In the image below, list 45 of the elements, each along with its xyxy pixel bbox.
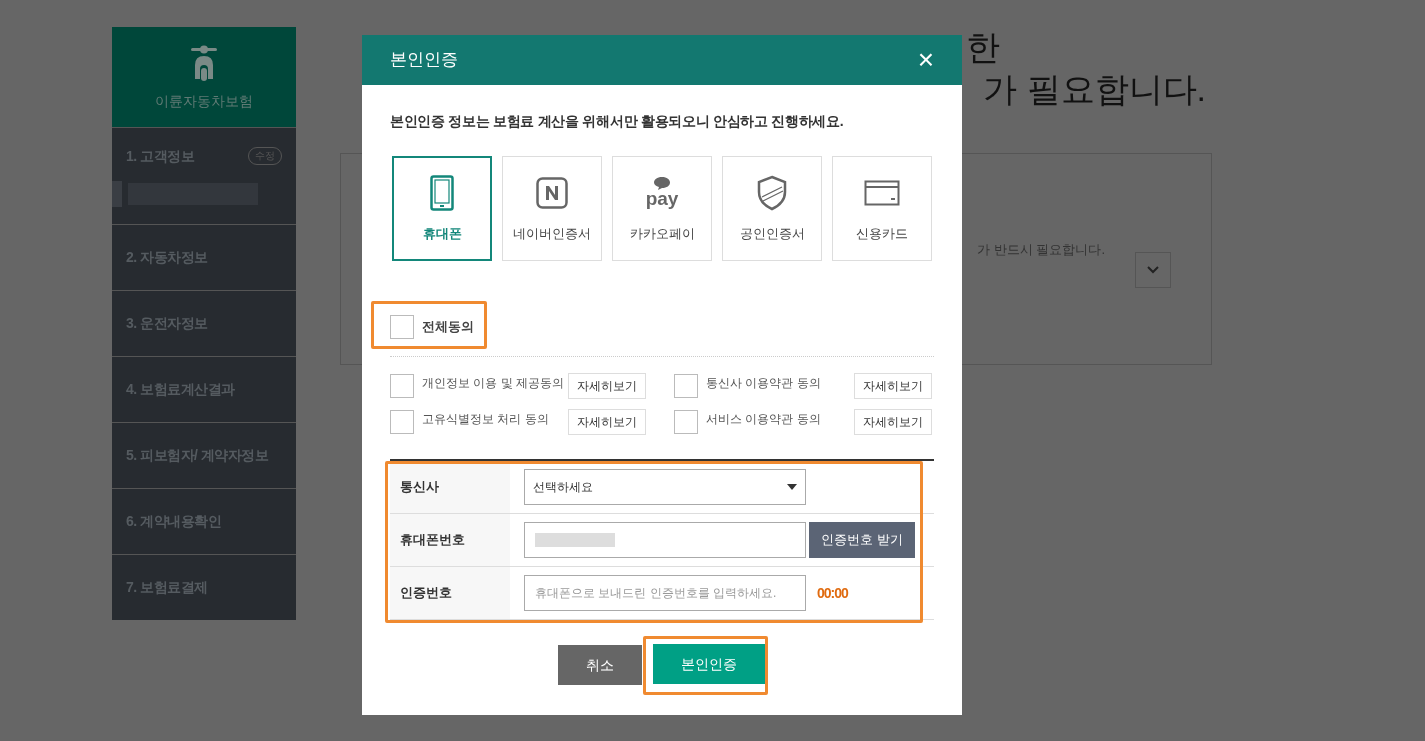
phone-input-field[interactable] <box>524 522 806 558</box>
request-code-button[interactable]: 인증번호 받기 <box>809 522 915 558</box>
consent-label: 서비스 이용약관 동의 <box>706 411 821 428</box>
page-heading: 한 <box>966 27 1000 67</box>
modal-title: 본인인증 <box>390 49 458 72</box>
chevron-down-icon <box>1147 266 1159 274</box>
checkbox[interactable] <box>390 315 414 339</box>
form-label: 통신사 <box>400 478 439 497</box>
redacted-text <box>112 180 122 207</box>
consent-label: 개인정보 이용 및 제공동의 <box>422 375 564 392</box>
form-label: 인증번호 <box>400 584 452 603</box>
checkbox[interactable] <box>390 410 414 434</box>
n-square-icon <box>536 176 568 209</box>
expand-button[interactable] <box>1135 252 1171 288</box>
verify-button[interactable]: 본인인증 <box>652 644 765 684</box>
consent-label: 고유식별정보 처리 동의 <box>422 411 549 428</box>
detail-button[interactable]: 자세히보기 <box>568 409 646 435</box>
detail-button[interactable]: 자세히보기 <box>854 373 932 399</box>
agree-all-label: 전체동의 <box>422 318 474 337</box>
speech-bubble-icon <box>654 177 670 191</box>
checkbox[interactable] <box>390 374 414 398</box>
dropdown-arrow-icon <box>787 484 797 490</box>
auth-method-tab[interactable]: 신용카드 <box>832 156 932 261</box>
auth-method-tab[interactable]: pay 카카오페이 <box>612 156 712 261</box>
shield-icon <box>757 174 787 211</box>
countdown-timer: 00:00 <box>817 583 848 603</box>
form-label: 휴대폰번호 <box>400 531 465 550</box>
page-heading: 가 필요합니다. <box>983 69 1206 109</box>
checkbox[interactable] <box>674 410 698 434</box>
detail-button[interactable]: 자세히보기 <box>854 409 932 435</box>
smartphone-icon <box>430 174 454 211</box>
checkbox[interactable] <box>674 374 698 398</box>
pay-logo: pay <box>645 189 679 209</box>
auth-method-tab[interactable]: 네이버인증서 <box>502 156 602 261</box>
carrier-select[interactable]: 선택하세요 <box>524 469 806 505</box>
close-button[interactable]: × <box>917 46 934 74</box>
auth-method-tab[interactable]: 휴대폰 <box>392 156 492 261</box>
credit-card-icon <box>864 179 900 206</box>
cancel-button[interactable]: 취소 <box>557 645 642 685</box>
detail-button[interactable]: 자세히보기 <box>568 373 646 399</box>
brand-name: 이륜자동차보험 <box>155 91 253 111</box>
auth-method-tab[interactable]: 공인인증서 <box>722 156 822 261</box>
intro-text: 본인인증 정보는 보험료 계산을 위해서만 활용되오니 안심하고 진행하세요. <box>390 112 845 131</box>
consent-label: 통신사 이용약관 동의 <box>706 375 821 392</box>
code-input-field[interactable]: 휴대폰으로 보내드린 인증번호를 입력하세요. <box>524 575 806 611</box>
